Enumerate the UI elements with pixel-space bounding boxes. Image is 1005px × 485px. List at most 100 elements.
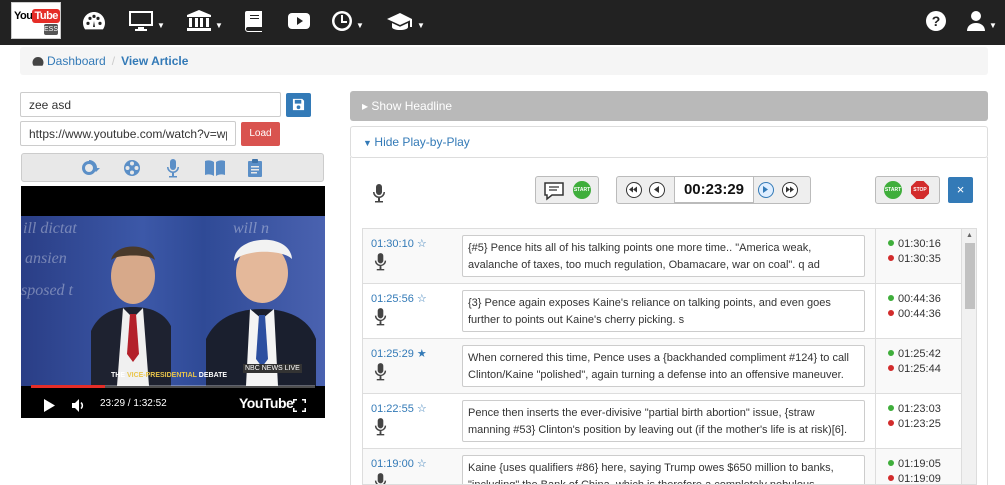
entry-text-area[interactable]: {#5} Pence hits all of his talking point…	[462, 235, 865, 277]
microphone-icon[interactable]	[165, 158, 181, 181]
step-back-icon[interactable]	[649, 182, 665, 198]
user-icon	[967, 11, 985, 31]
entry-timestamp[interactable]: 01:25:29 ★	[371, 347, 427, 360]
star-icon[interactable]: ☆	[417, 293, 427, 305]
entry-timestamp[interactable]: 01:22:55 ☆	[371, 402, 427, 415]
chevron-down-icon: ▼	[417, 20, 425, 30]
monitor-menu[interactable]: ▼	[128, 9, 165, 33]
clipboard-icon[interactable]	[247, 158, 263, 181]
help-icon[interactable]: ?	[925, 9, 947, 33]
entry-start-time[interactable]: 01:30:16	[888, 238, 941, 250]
clock-icon	[332, 11, 352, 31]
entry-timestamp[interactable]: 01:19:00 ☆	[371, 457, 427, 470]
end-dot-icon	[888, 420, 894, 426]
breadcrumb-separator: /	[111, 54, 116, 68]
entry-start-time[interactable]: 01:23:03	[888, 403, 941, 415]
monitor-icon	[129, 11, 153, 31]
top-navbar: You Tube ESS ▼ ▼ ▼ ▼ ? ▼	[0, 0, 1005, 45]
star-icon[interactable]: ★	[417, 348, 427, 360]
microphone-icon[interactable]	[373, 307, 388, 326]
load-button[interactable]: Load	[241, 122, 280, 146]
rewind-icon[interactable]	[626, 182, 642, 198]
microphone-icon[interactable]	[373, 417, 388, 436]
volume-icon[interactable]	[72, 399, 86, 412]
entry-timestamp[interactable]: 01:30:10 ☆	[371, 237, 427, 250]
play-icon[interactable]	[287, 9, 311, 33]
url-input[interactable]	[20, 121, 236, 146]
entry-text-area[interactable]: When cornered this time, Pence uses a {b…	[462, 345, 865, 387]
stop-button[interactable]: STOP	[911, 181, 929, 199]
entry-row: 01:25:29 ★ When cornered this time, Pence…	[363, 339, 961, 394]
end-dot-icon	[888, 475, 894, 481]
person-right-image	[206, 239, 316, 386]
media-toolbar	[21, 153, 324, 182]
scrollbar[interactable]: ▲	[961, 229, 976, 484]
fullscreen-icon[interactable]	[293, 399, 306, 412]
hide-playbyplay-toggle[interactable]: ▼ Hide Play-by-Play	[350, 126, 988, 158]
microphone-icon[interactable]	[371, 183, 387, 203]
play-button-icon[interactable]	[43, 399, 55, 412]
entry-end-time[interactable]: 00:44:36	[888, 308, 941, 320]
breadcrumb-current[interactable]: View Article	[121, 54, 188, 68]
open-book-icon[interactable]	[204, 158, 226, 181]
fast-forward-icon[interactable]	[782, 182, 798, 198]
comment-icon[interactable]	[543, 181, 565, 201]
save-icon	[292, 98, 305, 111]
scroll-up-icon[interactable]: ▲	[966, 232, 973, 239]
show-headline-toggle[interactable]: ▸ Show Headline	[350, 91, 988, 121]
entry-row: 01:30:10 ☆ {#5} Pence hits all of his tal…	[363, 229, 961, 284]
microphone-icon[interactable]	[373, 362, 388, 381]
microphone-icon[interactable]	[373, 472, 388, 485]
entry-end-time[interactable]: 01:19:09	[888, 473, 941, 484]
chevron-down-icon: ▼	[215, 20, 223, 30]
svg-text:?: ?	[932, 13, 941, 29]
entry-text-area[interactable]: {3} Pence again exposes Kaine's reliance…	[462, 290, 865, 332]
entry-end-time[interactable]: 01:23:25	[888, 418, 941, 430]
entry-row: 01:22:55 ☆ Pence then inserts the ever-di…	[363, 394, 961, 449]
start-dot-icon	[888, 295, 894, 301]
scroll-thumb[interactable]	[965, 243, 975, 309]
entry-end-time[interactable]: 01:25:44	[888, 363, 941, 375]
step-forward-icon[interactable]	[758, 182, 774, 198]
entry-start-time[interactable]: 00:44:36	[888, 293, 941, 305]
youtube-brand[interactable]: YouTube	[239, 395, 294, 411]
close-button[interactable]: ×	[948, 177, 973, 203]
breadcrumb-dashboard[interactable]: Dashboard	[47, 54, 106, 68]
network-bug: NBC NEWS LIVE	[243, 364, 302, 373]
entry-text-area[interactable]: Kaine {uses qualifiers #86} here, saying…	[462, 455, 865, 484]
entry-timestamp[interactable]: 01:25:56 ☆	[371, 292, 427, 305]
entry-start-time[interactable]: 01:19:05	[888, 458, 941, 470]
video-progress-bar[interactable]	[31, 385, 315, 388]
save-button[interactable]	[286, 93, 311, 117]
star-icon[interactable]: ☆	[417, 458, 427, 470]
institution-icon	[187, 10, 211, 31]
dashboard-icon	[32, 57, 44, 66]
column-divider	[875, 284, 876, 339]
comment-start-button[interactable]: START	[573, 181, 591, 199]
end-dot-icon	[888, 365, 894, 371]
clock-menu[interactable]: ▼	[331, 9, 364, 33]
refresh-globe-icon[interactable]	[80, 158, 100, 181]
education-menu[interactable]: ▼	[386, 9, 425, 33]
institution-menu[interactable]: ▼	[186, 9, 223, 33]
start-button[interactable]: START	[884, 181, 902, 199]
star-icon[interactable]: ☆	[417, 238, 427, 250]
progress-fill	[31, 385, 105, 388]
record-controls: START STOP	[875, 176, 940, 204]
microphone-icon[interactable]	[373, 252, 388, 271]
entry-text-area[interactable]: Pence then inserts the ever-divisive "pa…	[462, 400, 865, 442]
caret-down-icon: ▼	[363, 138, 375, 148]
end-dot-icon	[888, 310, 894, 316]
video-player[interactable]: ill dictat ansien sposed t will n sha TH…	[21, 186, 325, 418]
title-input[interactable]	[20, 92, 281, 117]
app-logo[interactable]: You Tube ESS	[11, 2, 61, 39]
entry-end-time[interactable]: 01:30:35	[888, 253, 941, 265]
film-reel-icon[interactable]	[122, 158, 142, 181]
star-icon[interactable]: ☆	[417, 403, 427, 415]
book-icon[interactable]	[242, 9, 264, 33]
entry-start-time[interactable]: 01:25:42	[888, 348, 941, 360]
user-menu[interactable]: ▼	[966, 9, 997, 33]
dashboard-icon[interactable]	[82, 9, 106, 33]
column-divider	[875, 449, 876, 484]
person-left-image	[91, 246, 171, 386]
